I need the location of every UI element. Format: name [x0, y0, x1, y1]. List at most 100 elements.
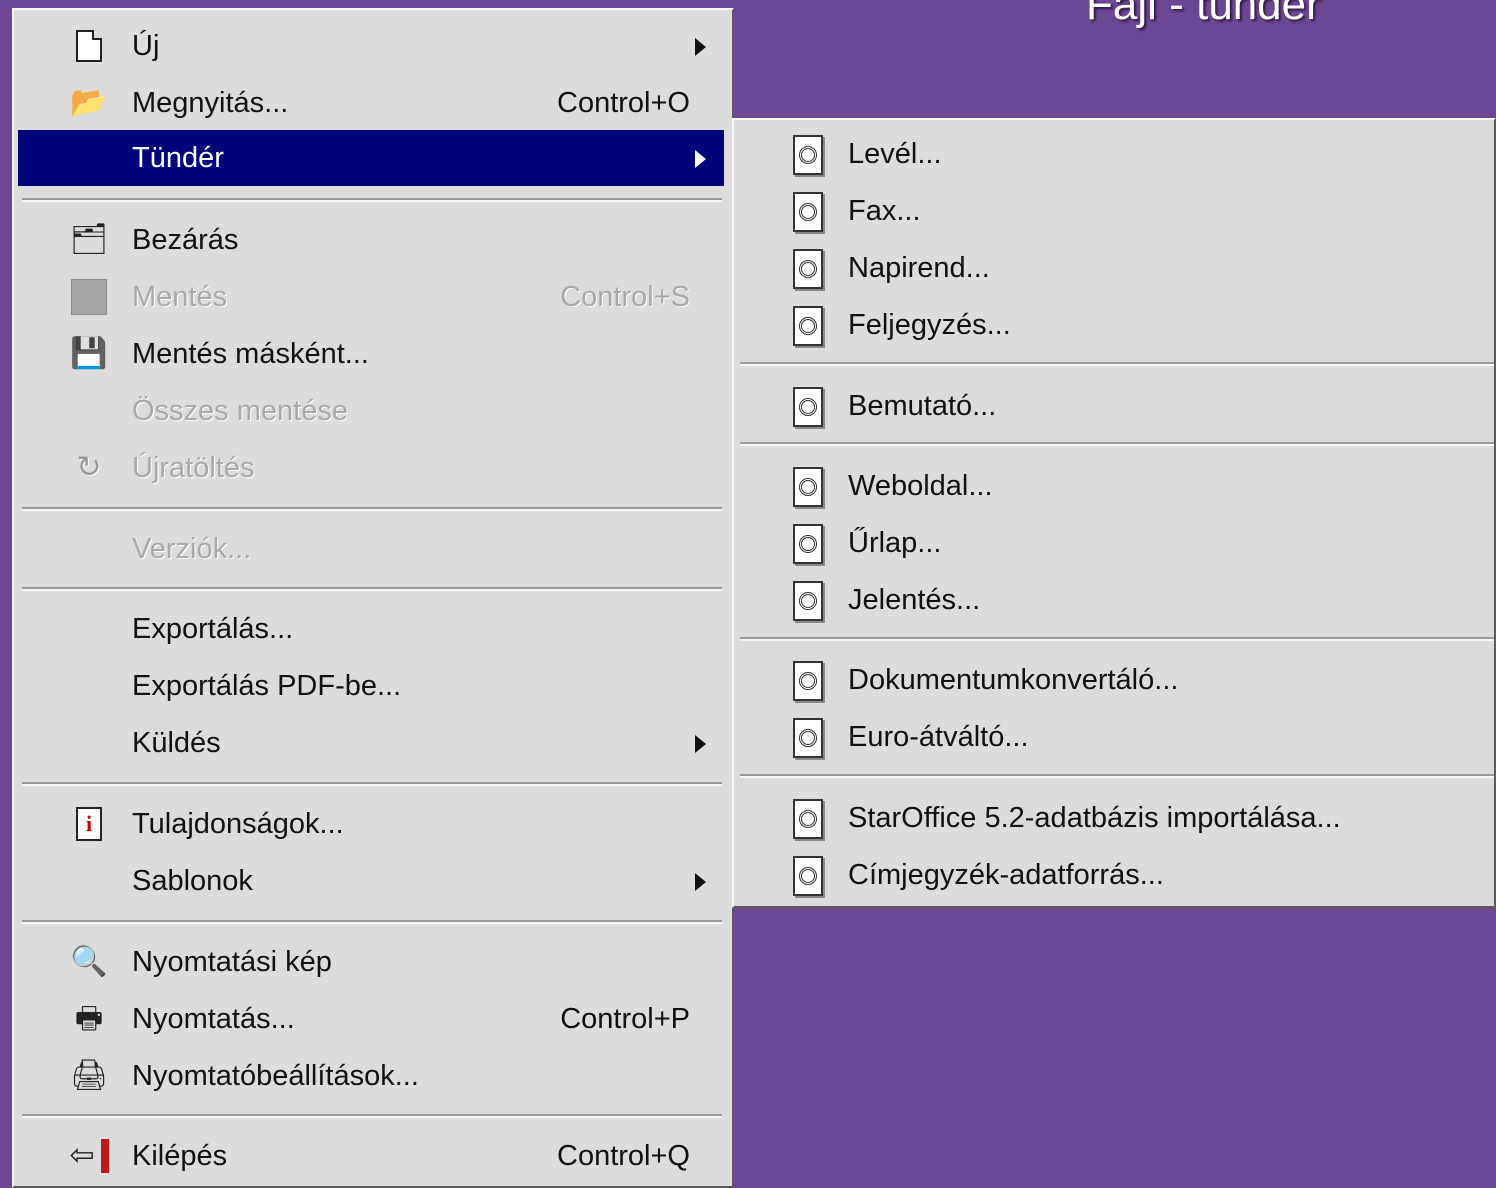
menu-item-label: Küldés [132, 727, 221, 759]
menu-separator [740, 442, 1494, 446]
menu-separator [22, 1114, 722, 1118]
wizard-item-form[interactable]: Űrlap... [740, 515, 1494, 571]
menu-separator [740, 637, 1494, 641]
menu-item-versions[interactable]: Verziók... [18, 521, 724, 577]
close-document-icon: 🗂 [69, 223, 109, 256]
menu-separator [22, 507, 722, 511]
wizard-icon [788, 579, 828, 623]
wizard-icon [788, 522, 828, 566]
menu-item-label: Nyomtatási kép [132, 946, 332, 978]
properties-icon: i [68, 804, 110, 844]
wizard-item-document-converter[interactable]: Dokumentumkonvertáló... [740, 652, 1494, 708]
menu-item-send[interactable]: Küldés [18, 715, 724, 771]
wizard-item-fax[interactable]: Fax... [740, 183, 1494, 239]
menu-item-label: Űrlap... [848, 527, 942, 559]
wizard-item-euro-converter[interactable]: Euro-átváltó... [740, 709, 1494, 765]
wizard-item-address-data-source[interactable]: Címjegyzék-adatforrás... [740, 847, 1494, 903]
wizard-item-agenda[interactable]: Napirend... [740, 240, 1494, 296]
menu-item-export-pdf[interactable]: Exportálás PDF-be... [18, 658, 724, 714]
menu-item-label: Bezárás [132, 224, 239, 256]
menu-item-label: Tulajdonságok... [132, 808, 344, 840]
menu-item-label: Nyomtatás... [132, 1003, 295, 1035]
menu-item-label: Mentés másként... [132, 338, 369, 370]
menu-item-label: Bemutató... [848, 390, 997, 422]
menu-separator [22, 198, 722, 202]
menu-item-label: Exportálás PDF-be... [132, 670, 402, 702]
wizard-icon [788, 797, 828, 841]
menu-separator [740, 362, 1494, 366]
menu-item-print[interactable]: 🖶 Nyomtatás... Control+P [18, 991, 724, 1047]
printer-icon: 🖶 [74, 1002, 104, 1035]
menu-item-new[interactable]: Új [18, 18, 724, 74]
menu-item-label: Verziók... [132, 533, 252, 565]
menu-item-shortcut: Control+O [557, 87, 690, 119]
wizard-submenu: Levél... Fax... Napirend... Feljegyzés..… [732, 118, 1496, 908]
menu-separator [740, 774, 1494, 778]
menu-item-label: Fax... [848, 195, 921, 227]
slide-title: Fájl - tündér [1086, 0, 1321, 29]
menu-item-save-all[interactable]: Összes mentése [18, 383, 724, 439]
reload-icon: ↻ [76, 451, 102, 484]
wizard-item-report[interactable]: Jelentés... [740, 572, 1494, 628]
menu-item-label: Kilépés [132, 1140, 228, 1172]
menu-item-properties[interactable]: i Tulajdonságok... [18, 796, 724, 852]
menu-item-label: Jelentés... [848, 584, 981, 616]
submenu-arrow-icon [695, 735, 706, 753]
save-icon [68, 277, 110, 317]
menu-item-label: Levél... [848, 138, 942, 170]
menu-item-save-as[interactable]: 💾 Mentés másként... [18, 326, 724, 382]
menu-item-printer-settings[interactable]: 🖨 Nyomtatóbeállítások... [18, 1048, 724, 1104]
menu-item-exit[interactable]: ⇦ Kilépés Control+Q [18, 1128, 724, 1184]
file-menu: Új 📂 Megnyitás... Control+O Tündér 🗂 Bez… [12, 8, 734, 1188]
submenu-arrow-icon [695, 38, 706, 56]
wizard-item-staroffice-import[interactable]: StarOffice 5.2-adatbázis importálása... [740, 790, 1494, 846]
menu-item-label: Weboldal... [848, 470, 993, 502]
new-document-icon [68, 26, 110, 66]
menu-item-label: Megnyitás... [132, 87, 289, 119]
wizard-icon [788, 465, 828, 509]
menu-item-label: StarOffice 5.2-adatbázis importálása... [848, 802, 1341, 834]
menu-item-save[interactable]: Mentés Control+S [18, 269, 724, 325]
menu-separator [22, 587, 722, 591]
menu-item-label: Összes mentése [132, 395, 348, 427]
menu-item-label: Euro-átváltó... [848, 721, 1029, 753]
submenu-arrow-icon [695, 873, 706, 891]
exit-icon: ⇦ [68, 1136, 110, 1176]
wizard-item-letter[interactable]: Levél... [740, 126, 1494, 182]
wizard-icon [788, 133, 828, 177]
wizard-icon [788, 716, 828, 760]
menu-item-templates[interactable]: Sablonok [18, 853, 724, 909]
menu-item-label: Nyomtatóbeállítások... [132, 1060, 419, 1092]
menu-item-label: Címjegyzék-adatforrás... [848, 859, 1164, 891]
menu-item-shortcut: Control+Q [557, 1140, 690, 1172]
wizard-item-presentation[interactable]: Bemutató... [740, 378, 1494, 434]
menu-separator [22, 782, 722, 786]
menu-item-label: Újratöltés [132, 452, 255, 484]
wizard-item-memo[interactable]: Feljegyzés... [740, 297, 1494, 353]
wizard-icon [788, 854, 828, 898]
menu-item-label: Mentés [132, 281, 228, 313]
wizard-icon [788, 304, 828, 348]
menu-item-label: Feljegyzés... [848, 309, 1011, 341]
save-as-icon: 💾 [70, 337, 108, 370]
menu-item-label: Sablonok [132, 865, 253, 897]
menu-item-label: Dokumentumkonvertáló... [848, 664, 1179, 696]
wizard-icon [788, 385, 828, 429]
menu-item-shortcut: Control+S [560, 281, 690, 313]
wizard-icon [788, 659, 828, 703]
menu-item-export[interactable]: Exportálás... [18, 601, 724, 657]
menu-item-print-preview[interactable]: 🔍 Nyomtatási kép [18, 934, 724, 990]
menu-item-open[interactable]: 📂 Megnyitás... Control+O [18, 75, 724, 131]
menu-item-label: Új [132, 30, 160, 62]
menu-separator [22, 920, 722, 924]
menu-item-label: Napirend... [848, 252, 990, 284]
wizard-item-web-page[interactable]: Weboldal... [740, 458, 1494, 514]
wizard-icon [788, 247, 828, 291]
print-preview-icon: 🔍 [70, 945, 108, 978]
menu-item-label: Tündér [132, 142, 224, 174]
menu-item-close[interactable]: 🗂 Bezárás [18, 212, 724, 268]
menu-item-shortcut: Control+P [560, 1003, 690, 1035]
menu-item-wizards[interactable]: Tündér [18, 130, 724, 186]
menu-item-reload[interactable]: ↻ Újratöltés [18, 440, 724, 496]
open-folder-icon: 📂 [70, 86, 108, 119]
